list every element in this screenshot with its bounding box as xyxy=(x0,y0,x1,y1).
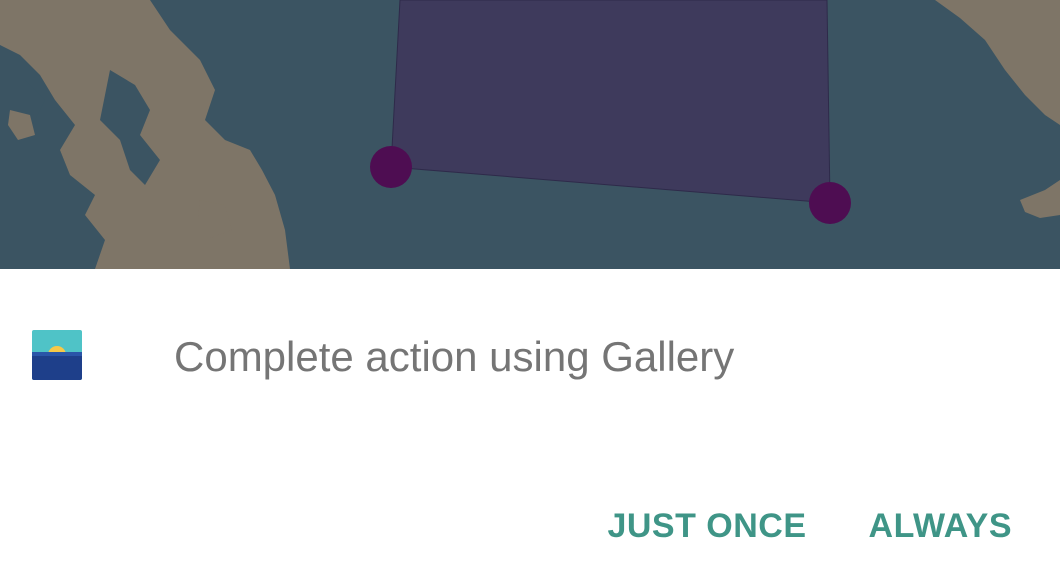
always-button[interactable]: ALWAYS xyxy=(869,507,1012,546)
map-canvas xyxy=(0,0,1060,269)
map-island-east xyxy=(1020,180,1060,218)
chooser-title: Complete action using Gallery xyxy=(174,333,735,380)
screen: Complete action using Gallery JUST ONCE … xyxy=(0,0,1060,574)
app-chooser-row[interactable]: Complete action using Gallery xyxy=(0,269,1060,445)
just-once-button[interactable]: JUST ONCE xyxy=(607,507,806,546)
map-view[interactable] xyxy=(0,0,1060,269)
map-land-east xyxy=(935,0,1060,125)
map-vertex-marker-left[interactable] xyxy=(370,146,412,188)
map-vertex-marker-right[interactable] xyxy=(809,182,851,224)
map-region-polygon[interactable] xyxy=(390,0,831,204)
gallery-app-icon xyxy=(32,330,82,380)
app-chooser-sheet: Complete action using Gallery JUST ONCE … xyxy=(0,269,1060,574)
chooser-actions: JUST ONCE ALWAYS xyxy=(607,503,1012,549)
